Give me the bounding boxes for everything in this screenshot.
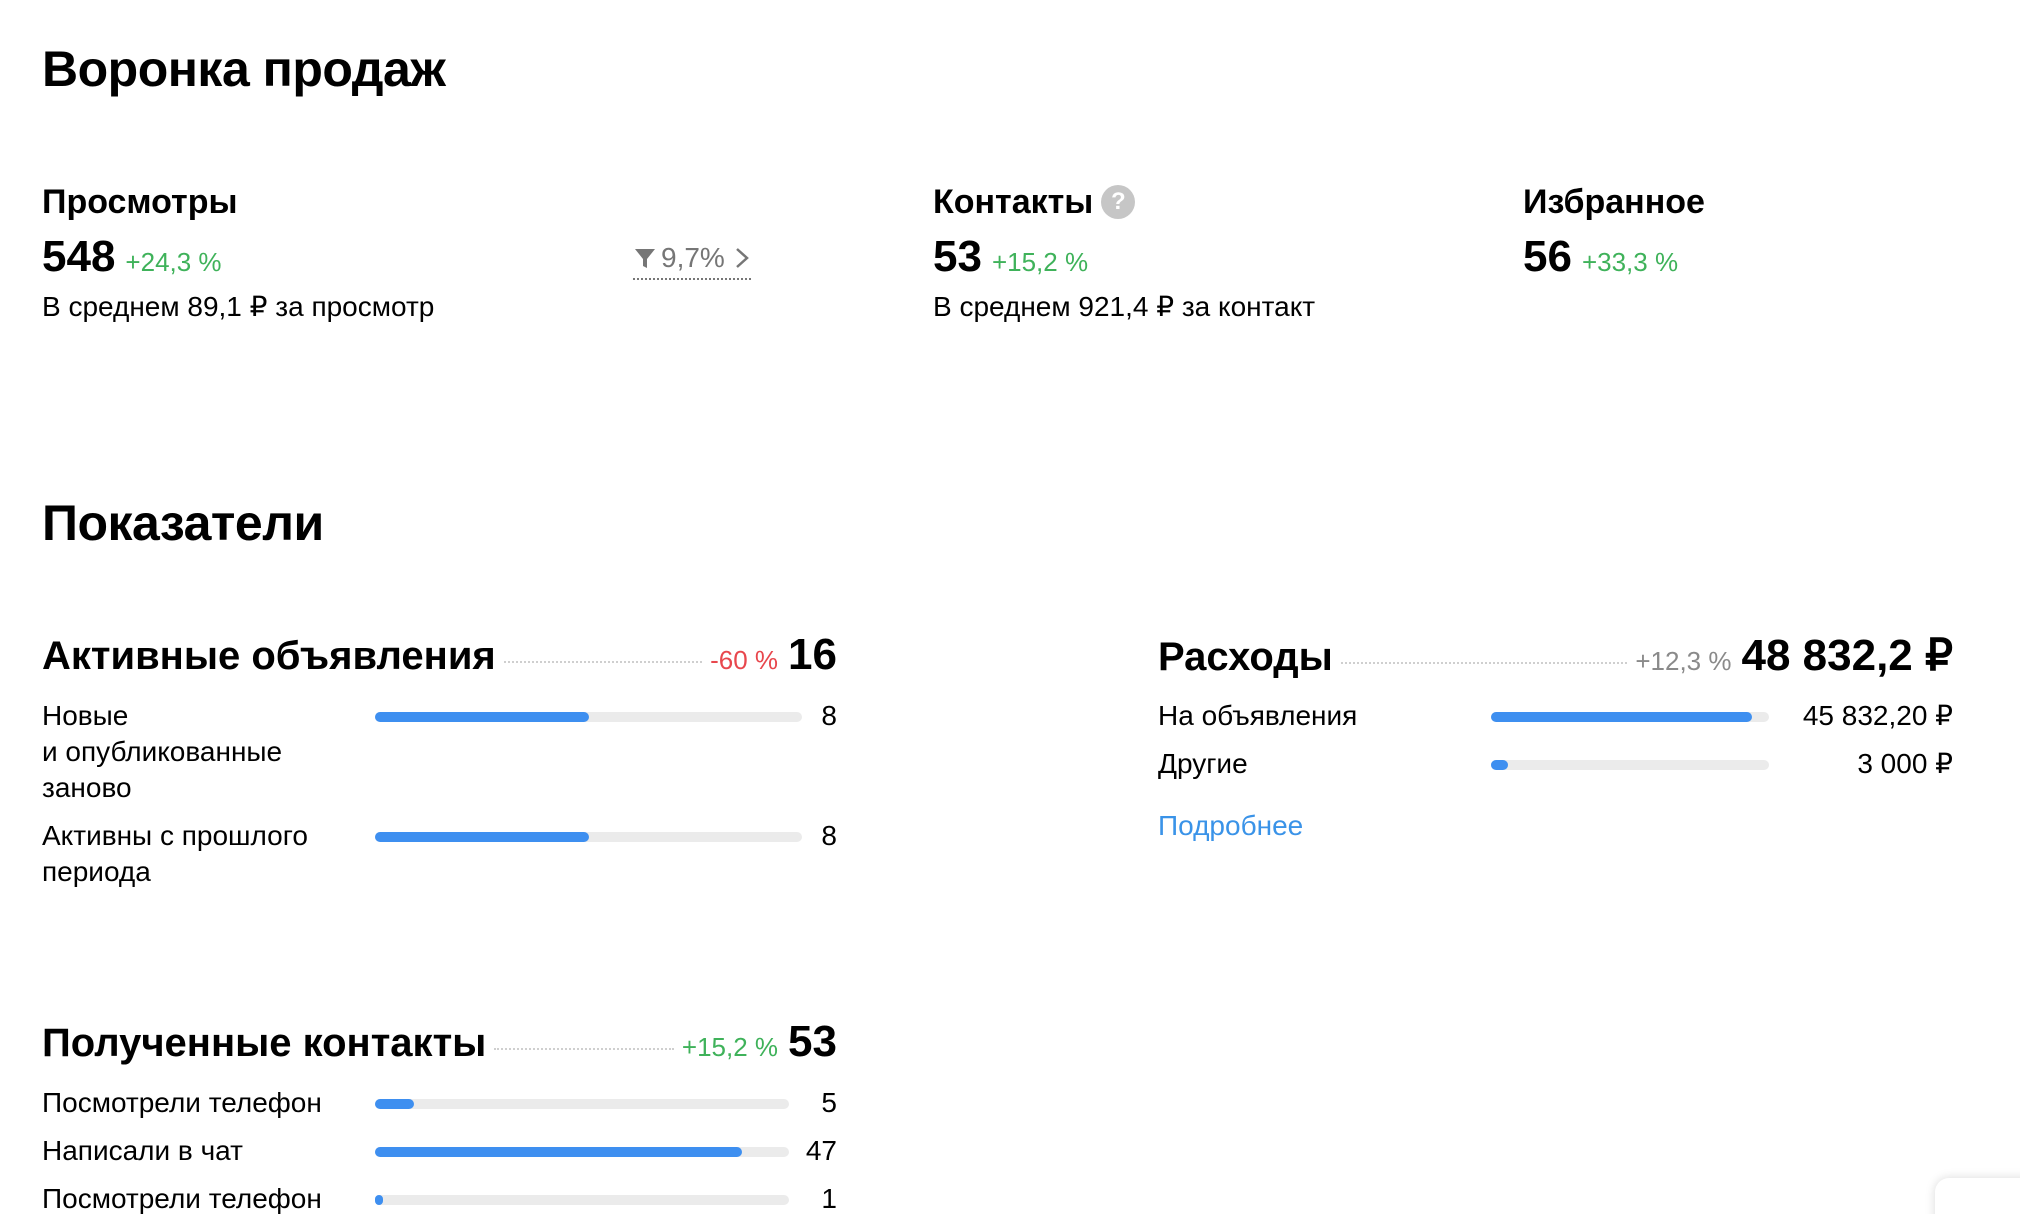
progress-bar bbox=[375, 1195, 789, 1205]
row-label: Посмотрели телефон bbox=[42, 1183, 322, 1214]
leader-dots bbox=[494, 1048, 674, 1050]
row-value: 45 832,20 ₽ bbox=[1802, 700, 1953, 731]
stat-row: Написали в чат 47 bbox=[42, 1133, 837, 1169]
chevron-right-icon bbox=[735, 248, 749, 268]
row-label: Активны с прошлого периода bbox=[42, 820, 308, 887]
favorites-label: Избранное bbox=[1523, 182, 1705, 221]
contacts-delta: +15,2 % bbox=[991, 247, 1089, 277]
stat-row: Посмотрели телефон 5 bbox=[42, 1085, 837, 1121]
costs-total: 48 832,2 ₽ bbox=[1741, 631, 1954, 680]
progress-fill bbox=[1491, 712, 1753, 722]
active-ads-panel: Активные объявления -60 % 16 Новые и опу… bbox=[42, 630, 837, 890]
received-contacts-title: Полученные контакты bbox=[42, 1021, 487, 1065]
active-ads-delta: -60 % bbox=[710, 645, 779, 675]
received-contacts-panel: Полученные контакты +15,2 % 53 Посмотрел… bbox=[42, 1017, 837, 1214]
row-value: 1 bbox=[821, 1183, 837, 1214]
views-avg: В среднем 89,1 ₽ за просмотр bbox=[42, 291, 435, 322]
active-ads-total: 16 bbox=[788, 630, 837, 679]
favorites-delta: +33,3 % bbox=[1581, 247, 1679, 277]
funnel-title: Воронка продаж bbox=[42, 41, 446, 97]
row-label: Новые и опубликованные заново bbox=[42, 700, 283, 803]
row-label: На объявления bbox=[1158, 700, 1358, 731]
funnel-contacts: Контакты ? 53 +15,2 % В среднем 921,4 ₽ … bbox=[933, 180, 1315, 323]
contacts-label: Контакты bbox=[933, 182, 1094, 221]
help-icon[interactable]: ? bbox=[1101, 185, 1136, 219]
progress-bar bbox=[375, 1099, 789, 1109]
row-value: 47 bbox=[805, 1135, 837, 1166]
views-delta: +24,3 % bbox=[125, 247, 222, 277]
progress-fill bbox=[375, 1147, 743, 1157]
stat-row: Активны с прошлого периода 8 bbox=[42, 818, 837, 890]
stat-row: На объявления 45 832,20 ₽ bbox=[1158, 698, 1953, 734]
row-value: 8 bbox=[821, 820, 837, 851]
progress-bar bbox=[375, 712, 802, 722]
leader-dots bbox=[1340, 662, 1628, 664]
views-label: Просмотры bbox=[42, 182, 238, 221]
progress-fill bbox=[375, 1099, 414, 1109]
leader-dots bbox=[503, 661, 703, 663]
metrics-title: Показатели bbox=[42, 495, 324, 551]
progress-fill bbox=[375, 832, 589, 842]
funnel-views: Просмотры 548 +24,3 % В среднем 89,1 ₽ з… bbox=[42, 180, 434, 323]
views-value: 548 bbox=[42, 232, 116, 281]
conversion-link[interactable]: 9,7% bbox=[633, 242, 751, 280]
contacts-value: 53 bbox=[933, 232, 982, 281]
favorites-value: 56 bbox=[1523, 232, 1572, 281]
costs-title: Расходы bbox=[1158, 635, 1333, 679]
progress-bar bbox=[1491, 712, 1769, 722]
stat-row: Новые и опубликованные заново 8 bbox=[42, 698, 837, 806]
row-label: Другие bbox=[1158, 748, 1248, 779]
more-link[interactable]: Подробнее bbox=[1158, 810, 1303, 842]
progress-fill bbox=[375, 712, 589, 722]
row-value: 3 000 ₽ bbox=[1857, 748, 1953, 779]
progress-bar bbox=[375, 1147, 789, 1157]
active-ads-title: Активные объявления bbox=[42, 634, 496, 678]
received-contacts-total: 53 bbox=[788, 1017, 837, 1066]
filter-icon bbox=[635, 249, 655, 268]
funnel-favorites: Избранное 56 +33,3 % bbox=[1523, 180, 1705, 282]
row-value: 8 bbox=[821, 700, 837, 731]
progress-fill bbox=[375, 1195, 384, 1205]
row-label: Посмотрели телефон bbox=[42, 1087, 322, 1118]
costs-delta: +12,3 % bbox=[1635, 646, 1732, 676]
floating-card[interactable] bbox=[1935, 1178, 2020, 1214]
stat-row: Посмотрели телефон 1 bbox=[42, 1181, 837, 1214]
received-contacts-delta: +15,2 % bbox=[681, 1032, 779, 1062]
row-value: 5 bbox=[821, 1087, 837, 1118]
progress-bar bbox=[1491, 760, 1769, 770]
stat-row: Другие 3 000 ₽ bbox=[1158, 746, 1953, 782]
row-label: Написали в чат bbox=[42, 1135, 243, 1166]
progress-fill bbox=[1491, 760, 1508, 770]
contacts-avg: В среднем 921,4 ₽ за контакт bbox=[933, 291, 1316, 322]
progress-bar bbox=[375, 832, 802, 842]
costs-panel: Расходы +12,3 % 48 832,2 ₽ На объявления… bbox=[1158, 630, 1953, 842]
conversion-value: 9,7% bbox=[661, 242, 725, 273]
